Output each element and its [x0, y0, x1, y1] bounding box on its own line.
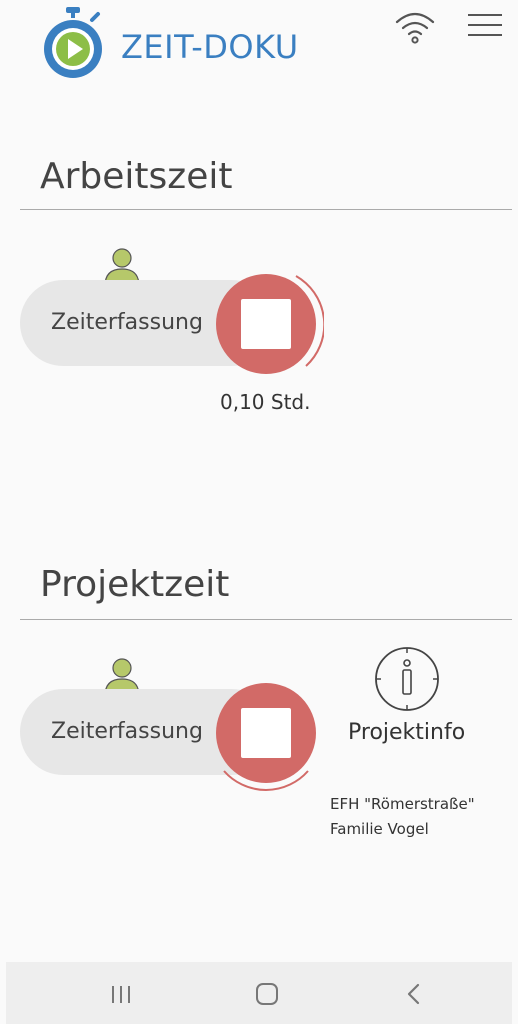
duration-label: 0,10 Std.	[220, 390, 311, 414]
section-title-arbeitszeit: Arbeitszeit	[40, 156, 233, 197]
project-name: EFH "Römerstraße"	[330, 795, 475, 813]
project-client: Familie Vogel	[330, 820, 429, 838]
back-icon[interactable]	[394, 976, 434, 1012]
app-header: ZEIT-DOKU	[0, 0, 518, 90]
divider	[20, 619, 512, 620]
stop-icon	[241, 708, 291, 758]
app-name: ZEIT-DOKU	[121, 28, 299, 66]
stopwatch-play-icon	[44, 7, 102, 78]
system-navigation-bar	[6, 962, 512, 1024]
divider	[20, 209, 512, 210]
hamburger-menu-icon[interactable]	[468, 14, 502, 38]
home-icon[interactable]	[247, 976, 287, 1012]
pill-label: Zeiterfassung	[51, 719, 203, 744]
stop-circle	[216, 274, 316, 374]
wifi-icon[interactable]	[394, 10, 436, 44]
project-info-button[interactable]: Projektinfo	[348, 720, 465, 745]
recent-apps-icon[interactable]	[101, 976, 141, 1012]
stop-button-projektzeit[interactable]	[208, 675, 324, 791]
pill-label: Zeiterfassung	[51, 310, 203, 335]
section-title-projektzeit: Projektzeit	[40, 564, 230, 605]
stop-circle	[216, 683, 316, 783]
stop-icon	[241, 299, 291, 349]
stop-button-arbeitszeit[interactable]	[208, 266, 324, 382]
info-icon[interactable]	[374, 646, 440, 712]
